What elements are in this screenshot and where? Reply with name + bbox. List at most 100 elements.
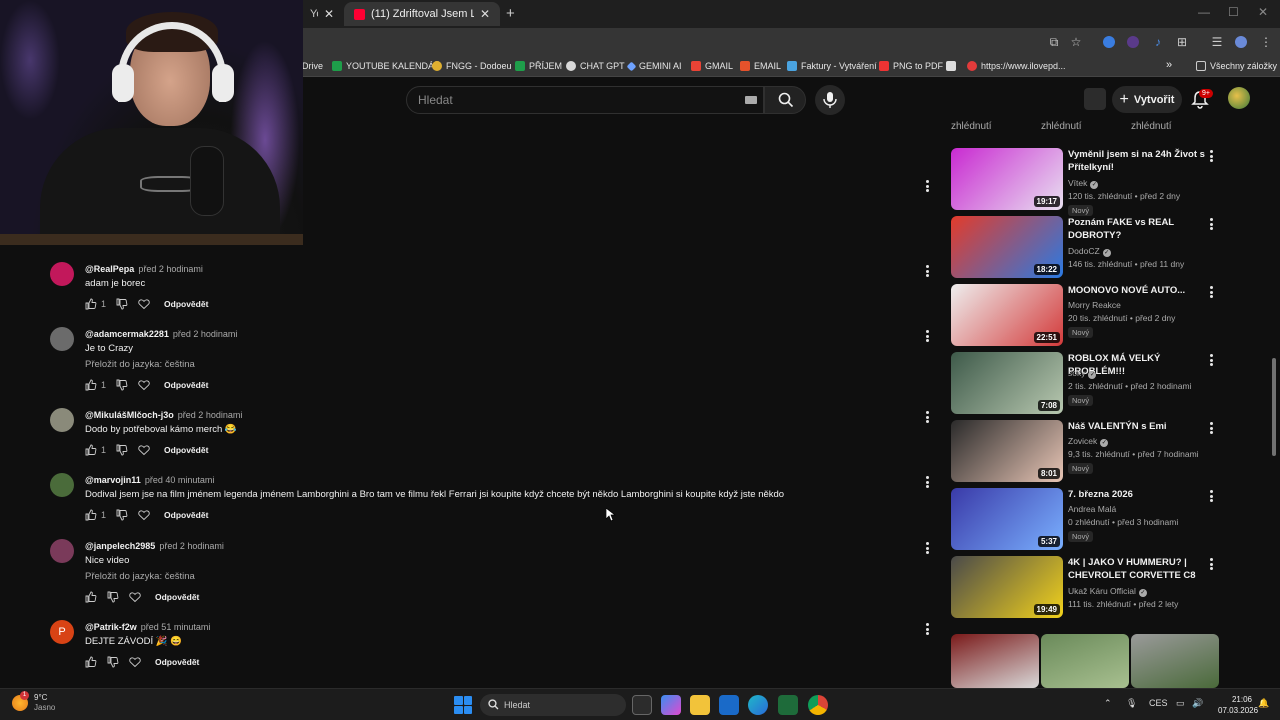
browser-tab-active[interactable]: (11) Zdriftoval Jsem Lambo Ka... ✕ bbox=[344, 2, 500, 26]
dislike-button[interactable] bbox=[107, 591, 119, 603]
comment-author[interactable]: @adamcermak2281 bbox=[85, 329, 169, 339]
dislike-button[interactable] bbox=[116, 509, 128, 521]
heart-button[interactable] bbox=[129, 656, 141, 668]
comment-time[interactable]: před 51 minutami bbox=[141, 622, 211, 632]
edge-icon[interactable] bbox=[748, 695, 768, 715]
tray-overflow-icon[interactable]: ⌃ bbox=[1104, 698, 1112, 709]
reply-button[interactable]: Odpovědět bbox=[164, 380, 208, 390]
dislike-button[interactable] bbox=[107, 656, 119, 668]
comment-time[interactable]: před 2 hodinami bbox=[173, 329, 238, 339]
translate-link[interactable]: Přeložit do jazyka: čeština bbox=[85, 571, 195, 582]
video-menu-button[interactable] bbox=[1210, 218, 1213, 230]
taskbar-search[interactable]: Hledat bbox=[480, 694, 626, 716]
comment-menu-button[interactable] bbox=[924, 265, 930, 279]
language-indicator[interactable]: CES bbox=[1149, 698, 1168, 708]
like-button[interactable]: 1 bbox=[85, 444, 106, 456]
comment-author[interactable]: @Patrik-f2w bbox=[85, 622, 137, 632]
comment-time[interactable]: před 2 hodinami bbox=[159, 541, 224, 551]
video-channel[interactable]: DodoCZ ✓ bbox=[1068, 246, 1111, 257]
bookmark-prijem[interactable]: PŘÍJEM bbox=[515, 61, 562, 71]
bookmark-ilovepdf[interactable]: https://www.ilovepd... bbox=[967, 61, 1066, 71]
bookmark-email[interactable]: EMAIL bbox=[740, 61, 781, 71]
bookmark-star-icon[interactable]: ☆ bbox=[1068, 34, 1084, 50]
bookmark-chatgpt[interactable]: CHAT GPT bbox=[566, 61, 625, 71]
heart-button[interactable] bbox=[129, 591, 141, 603]
video-thumbnail[interactable]: 22:51 bbox=[951, 284, 1063, 346]
reply-button[interactable]: Odpovědět bbox=[164, 299, 208, 309]
video-menu-button[interactable] bbox=[1210, 150, 1213, 162]
reading-list-icon[interactable]: ☰ bbox=[1209, 34, 1225, 50]
video-thumbnail[interactable]: 8:01 bbox=[951, 420, 1063, 482]
video-channel[interactable]: soky ✓ bbox=[1068, 368, 1097, 379]
file-explorer-icon[interactable] bbox=[690, 695, 710, 715]
comment-time[interactable]: před 2 hodinami bbox=[178, 410, 243, 420]
avatar[interactable] bbox=[50, 473, 74, 497]
related-video-item[interactable]: 19:17 Vyměnil jsem si na 24h Život s Přít… bbox=[950, 148, 1226, 216]
all-bookmarks-folder[interactable]: Všechny záložky bbox=[1196, 61, 1277, 71]
chrome-icon[interactable] bbox=[808, 695, 828, 715]
bookmarks-overflow-button[interactable]: » bbox=[1166, 59, 1172, 71]
short-thumbnail[interactable] bbox=[1131, 634, 1219, 688]
comment-author[interactable]: @marvojin11 bbox=[85, 475, 141, 485]
translate-link[interactable]: Přeložit do jazyka: čeština bbox=[85, 359, 195, 370]
video-menu-button[interactable] bbox=[1210, 422, 1213, 434]
volume-icon[interactable]: 🔊 bbox=[1192, 698, 1203, 709]
avatar[interactable] bbox=[50, 539, 74, 563]
short-thumbnail[interactable] bbox=[951, 634, 1039, 688]
extensions-puzzle-icon[interactable]: ⊞ bbox=[1174, 34, 1190, 50]
dislike-button[interactable] bbox=[116, 379, 128, 391]
like-button[interactable]: 1 bbox=[85, 379, 106, 391]
outlook-icon[interactable] bbox=[719, 695, 739, 715]
comment-menu-button[interactable] bbox=[924, 542, 930, 556]
comment-menu-button[interactable] bbox=[924, 330, 930, 344]
bookmark-youtube-kalendar[interactable]: YOUTUBE KALENDÁŘ bbox=[332, 61, 441, 71]
browser-tab[interactable]: You ✕ bbox=[300, 2, 344, 26]
comment-time[interactable]: před 2 hodinami bbox=[138, 264, 203, 274]
studio-icon[interactable] bbox=[1084, 88, 1106, 110]
avatar[interactable] bbox=[50, 262, 74, 286]
close-window-icon[interactable]: ✕ bbox=[1258, 5, 1268, 19]
related-video-item[interactable]: 7:08 ROBLOX MÁ VELKÝ PROBLÉM!!! soky ✓ 2 tis… bbox=[950, 352, 1226, 416]
like-button[interactable] bbox=[85, 656, 97, 668]
like-button[interactable]: 1 bbox=[85, 509, 106, 521]
heart-button[interactable] bbox=[138, 509, 150, 521]
reply-button[interactable]: Odpovědět bbox=[155, 657, 199, 667]
comment-menu-button[interactable] bbox=[924, 411, 930, 425]
video-thumbnail[interactable]: 7:08 bbox=[951, 352, 1063, 414]
video-channel[interactable]: Andrea Malá bbox=[1068, 504, 1116, 514]
video-title[interactable]: MOONOVO NOVÉ AUTO... bbox=[1068, 284, 1206, 297]
video-title[interactable]: 7. března 2026 bbox=[1068, 488, 1206, 501]
bookmark-drive[interactable]: Drive bbox=[302, 61, 323, 71]
new-tab-button[interactable]: + bbox=[506, 5, 515, 22]
video-channel[interactable]: Ukaž Káru Official ✓ bbox=[1068, 586, 1147, 597]
bookmark-faktury[interactable]: Faktury - Vytváření bbox=[787, 61, 877, 71]
dislike-button[interactable] bbox=[116, 298, 128, 310]
video-channel[interactable]: Morry Reakce bbox=[1068, 300, 1121, 310]
like-button[interactable] bbox=[85, 591, 97, 603]
video-menu-button[interactable] bbox=[1210, 286, 1213, 298]
related-video-item[interactable]: 22:51 MOONOVO NOVÉ AUTO... Morry Reakce 20 … bbox=[950, 284, 1226, 348]
voice-search-button[interactable] bbox=[815, 85, 845, 115]
install-app-icon[interactable]: ⧉ bbox=[1046, 34, 1062, 50]
reply-button[interactable]: Odpovědět bbox=[155, 592, 199, 602]
audio-extension-icon[interactable]: ♪ bbox=[1150, 34, 1166, 50]
close-tab-icon[interactable]: ✕ bbox=[480, 7, 490, 21]
video-menu-button[interactable] bbox=[1210, 354, 1213, 366]
clock[interactable]: 21:06 07.03.2026 bbox=[1218, 694, 1258, 716]
video-thumbnail[interactable]: 5:37 bbox=[951, 488, 1063, 550]
video-title[interactable]: Vyměnil jsem si na 24h Život s Přítelkyn… bbox=[1068, 148, 1206, 174]
bookmark-fngg[interactable]: FNGG - Dodoeu bbox=[432, 61, 512, 71]
avatar[interactable] bbox=[50, 408, 74, 432]
bookmark-s[interactable] bbox=[946, 61, 960, 71]
related-video-item[interactable]: 8:01 Náš VALENTÝN s Emi Zovicek ✓ 9,3 tis. z… bbox=[950, 420, 1226, 484]
dislike-button[interactable] bbox=[116, 444, 128, 456]
keyboard-icon[interactable] bbox=[745, 96, 757, 104]
extension-icon[interactable] bbox=[1103, 36, 1115, 48]
scrollbar[interactable] bbox=[1268, 120, 1280, 688]
heart-button[interactable] bbox=[138, 298, 150, 310]
video-channel[interactable]: Vítek ✓ bbox=[1068, 178, 1099, 189]
like-button[interactable]: 1 bbox=[85, 298, 106, 310]
network-icon[interactable]: ▭ bbox=[1176, 698, 1185, 709]
mic-tray-icon[interactable]: 🎙 bbox=[1126, 698, 1137, 709]
create-button[interactable]: + Vytvořit bbox=[1112, 86, 1182, 113]
